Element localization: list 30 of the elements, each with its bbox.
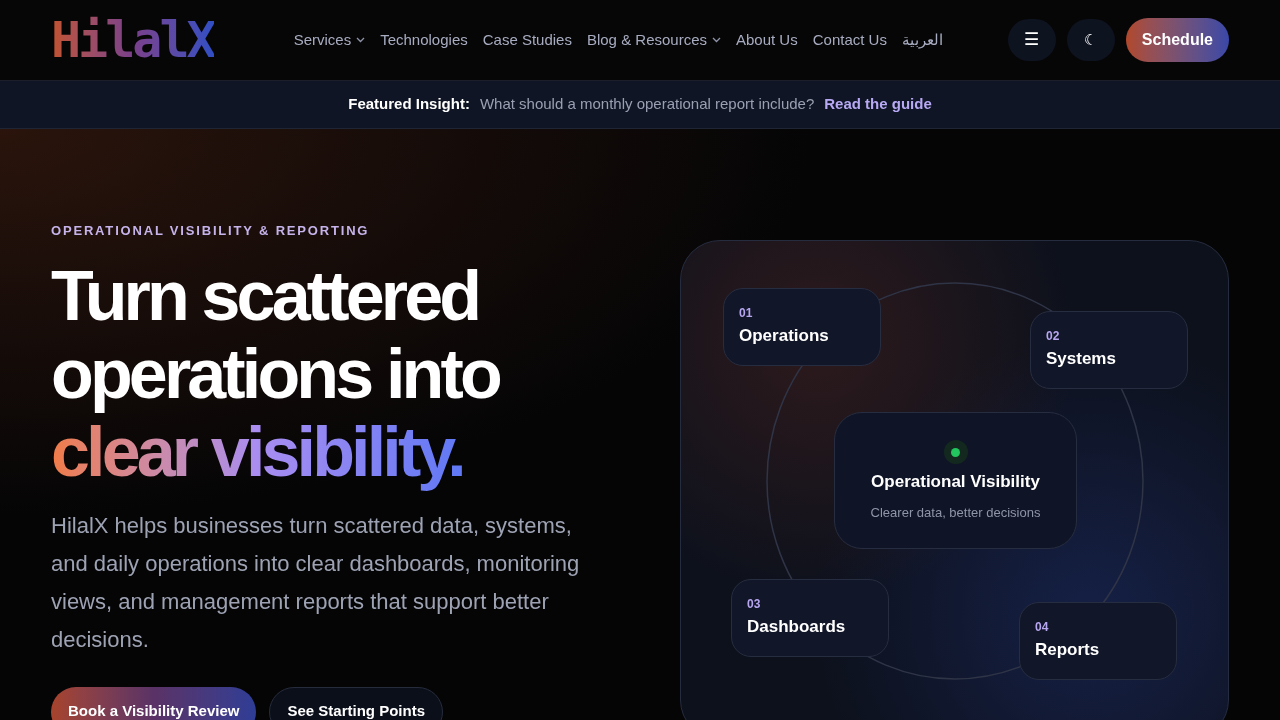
primary-button[interactable]: Book a Visibility Review — [51, 686, 257, 720]
nav-link[interactable]: Services — [293, 28, 366, 52]
node-number: 01 — [739, 307, 754, 319]
center-subtitle: Clearer data, better decisions — [870, 503, 1041, 522]
menu-button[interactable]: ☰ — [1007, 19, 1056, 61]
banner-label: Featured Insight: — [348, 94, 470, 115]
chevron-down-icon — [712, 37, 721, 43]
node-label: Dashboards — [747, 618, 847, 635]
nav-link[interactable]: Blog & Resources — [586, 28, 721, 52]
node-label: Reports — [1035, 641, 1101, 658]
nav-link[interactable]: Case Studies — [482, 28, 572, 52]
nav-link[interactable]: About Us — [736, 28, 798, 52]
nav-link[interactable]: العربية — [901, 28, 943, 52]
theme-toggle-button[interactable]: ☾ — [1066, 19, 1115, 61]
hero-headline: Turn scattered operations into clear visibility. — [51, 256, 651, 497]
hero-description: HilalX helps businesses turn scattered data, systems, and daily operations into clear dashboards, monitoring views, and management reports that support better decisions. — [51, 511, 581, 654]
nav-link[interactable]: Technologies — [380, 28, 468, 52]
eyebrow-label: OPERATIONAL VISIBILITY & REPORTING — [51, 222, 371, 240]
chevron-down-icon — [356, 37, 366, 43]
node-number: 02 — [1046, 330, 1061, 342]
node-label: Operations — [739, 327, 830, 344]
secondary-button[interactable]: See Starting Points — [269, 686, 443, 720]
read-guide-link[interactable]: Read the guide — [824, 93, 932, 116]
schedule-button[interactable]: Schedule — [1125, 18, 1229, 62]
node-number: 04 — [1035, 621, 1050, 633]
center-title: Operational Visibility — [871, 471, 1040, 493]
banner-text: What should a monthly operational report include? — [479, 94, 815, 115]
node-label: Systems — [1046, 350, 1117, 367]
nav-link[interactable]: Contact Us — [812, 28, 887, 52]
node-number: 03 — [747, 598, 762, 610]
